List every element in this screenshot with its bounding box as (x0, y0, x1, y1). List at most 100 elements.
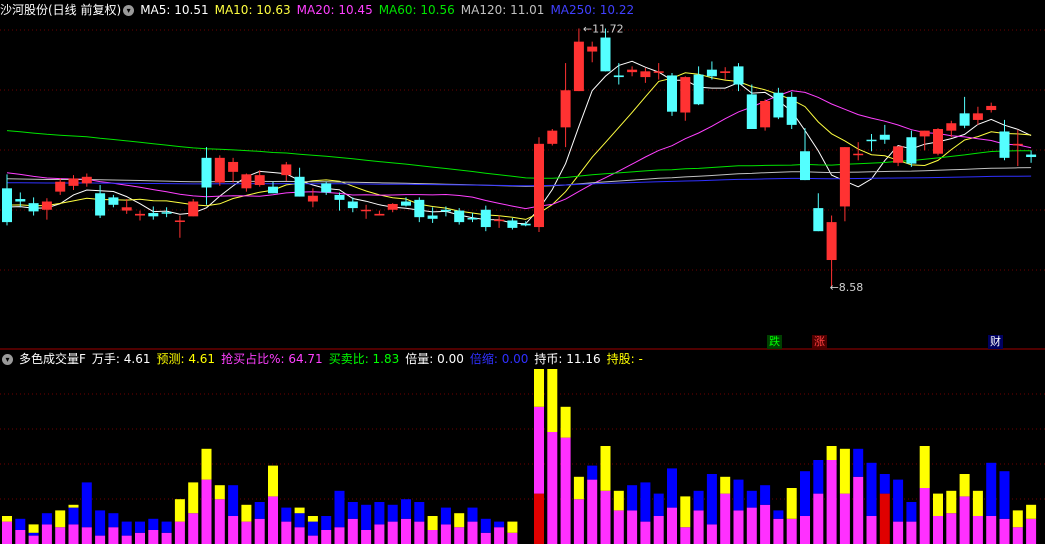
volume-bar-pink (986, 516, 997, 544)
volume-bar-blue (866, 462, 877, 516)
candle-body (760, 100, 771, 128)
candle-body (706, 69, 717, 77)
candle-body (228, 161, 239, 172)
volume-bar-blue (387, 504, 398, 522)
candle-body (361, 209, 372, 212)
volume-bar-blue (653, 493, 664, 516)
candle-body (161, 212, 172, 214)
chevron-down-icon[interactable]: ▾ (2, 353, 13, 365)
candle-body (573, 41, 584, 92)
volume-bar-pink (972, 516, 983, 544)
volume-bar-pink (653, 516, 664, 544)
candle-body (241, 174, 252, 189)
candle-body (268, 186, 278, 194)
volume-bar-blue (347, 502, 358, 519)
volume-bar-pink (108, 527, 119, 544)
volume-bar-pink (440, 524, 451, 544)
volume-bar-blue (999, 471, 1010, 519)
volume-bar-blue (401, 499, 411, 519)
indicator-field-1: 预测: 4.61 (156, 352, 216, 366)
event-tag-cai[interactable]: 财 (988, 335, 1003, 349)
volume-bar-pink (600, 490, 611, 544)
candle-body (640, 71, 651, 78)
volume-bar-blue (986, 462, 997, 516)
volume-bar-pink (334, 527, 345, 544)
volume-bar-blue (15, 518, 26, 530)
volume-bar-blue (414, 502, 425, 522)
volume-bar-blue (746, 490, 757, 508)
candle-body (374, 213, 385, 216)
indicator-panel-header: ▾ 多色成交量F 万手: 4.61 预测: 4.61 抢买占比%: 64.71 买卖比… (0, 349, 649, 369)
volume-bar-pink (680, 527, 691, 544)
volume-bar-blue (706, 474, 717, 525)
candle-body (946, 123, 957, 131)
candle-body (387, 203, 398, 210)
indicator-title[interactable]: 多色成交量F (19, 349, 86, 369)
candle-body (534, 143, 544, 228)
volume-bar-blue (228, 485, 239, 516)
volume-bar-blue (121, 521, 132, 536)
volume-bar-blue (879, 474, 890, 494)
volume-bar-yellow (946, 490, 957, 514)
volume-chart[interactable] (0, 369, 1045, 544)
candle-body (547, 130, 558, 144)
candle-body (294, 176, 305, 197)
candlestick-chart[interactable]: ←11.72 ←8.58 (0, 0, 1045, 350)
candle-body (81, 176, 92, 184)
candle-body (800, 151, 810, 181)
volume-bar-blue (28, 532, 39, 536)
volume-bar-blue (374, 502, 385, 525)
volume-bar-yellow (573, 476, 584, 500)
candle-body (28, 203, 39, 212)
low-price-label: ←8.58 (830, 281, 864, 294)
candle-body (627, 69, 638, 73)
candle-body (720, 71, 731, 73)
indicator-field-4: 倍量: 0.00 (405, 352, 464, 366)
volume-bar-blue (68, 507, 79, 525)
volume-bar-pink (268, 496, 278, 544)
volume-bar-blue (640, 482, 651, 522)
candle-body (653, 71, 664, 73)
candle-body (95, 193, 106, 216)
candle-body (347, 201, 358, 209)
candle-body (746, 94, 757, 129)
volume-bar-pink (547, 432, 558, 544)
candle-body (587, 46, 598, 52)
volume-bar-yellow (268, 465, 278, 497)
candle-body (773, 92, 784, 118)
volume-bar-pink (786, 518, 797, 544)
volume-bar-pink (241, 521, 252, 544)
volume-bar-pink (826, 460, 837, 544)
volume-bar-pink (1012, 527, 1023, 544)
volume-bar-pink (214, 499, 225, 544)
volume-bar-blue (440, 507, 451, 525)
candle-body (480, 209, 491, 228)
candle-body (972, 113, 983, 120)
candle-body (148, 213, 159, 217)
volume-bar-pink (494, 527, 505, 544)
volume-bar-pink (919, 488, 930, 544)
volume-bar-pink (560, 437, 571, 544)
volume-bar-pink (281, 521, 292, 544)
candle-body (613, 75, 624, 78)
volume-bar-blue (733, 479, 744, 511)
volume-bar-red (534, 493, 544, 544)
candle-body (986, 105, 997, 111)
volume-bar-yellow (560, 406, 571, 438)
candle-body (560, 90, 571, 128)
indicator-field-5: 倍缩: 0.00 (469, 352, 529, 366)
volume-bar-pink (148, 530, 159, 544)
event-tag-zhang[interactable]: 涨 (812, 335, 827, 349)
volume-bar-blue (693, 490, 704, 511)
volume-bar-yellow (68, 504, 79, 508)
volume-bar-yellow (919, 446, 930, 488)
volume-bar-yellow (534, 369, 544, 407)
candle-body (693, 74, 704, 105)
volume-bar-pink (733, 510, 744, 544)
candle-body (55, 181, 66, 192)
volume-bar-blue (95, 510, 106, 536)
volume-bar-blue (467, 507, 478, 522)
event-tag-die[interactable]: 跌 (767, 335, 782, 349)
indicator-field-6: 持币: 11.16 (534, 352, 601, 366)
volume-bar-pink (839, 493, 850, 544)
